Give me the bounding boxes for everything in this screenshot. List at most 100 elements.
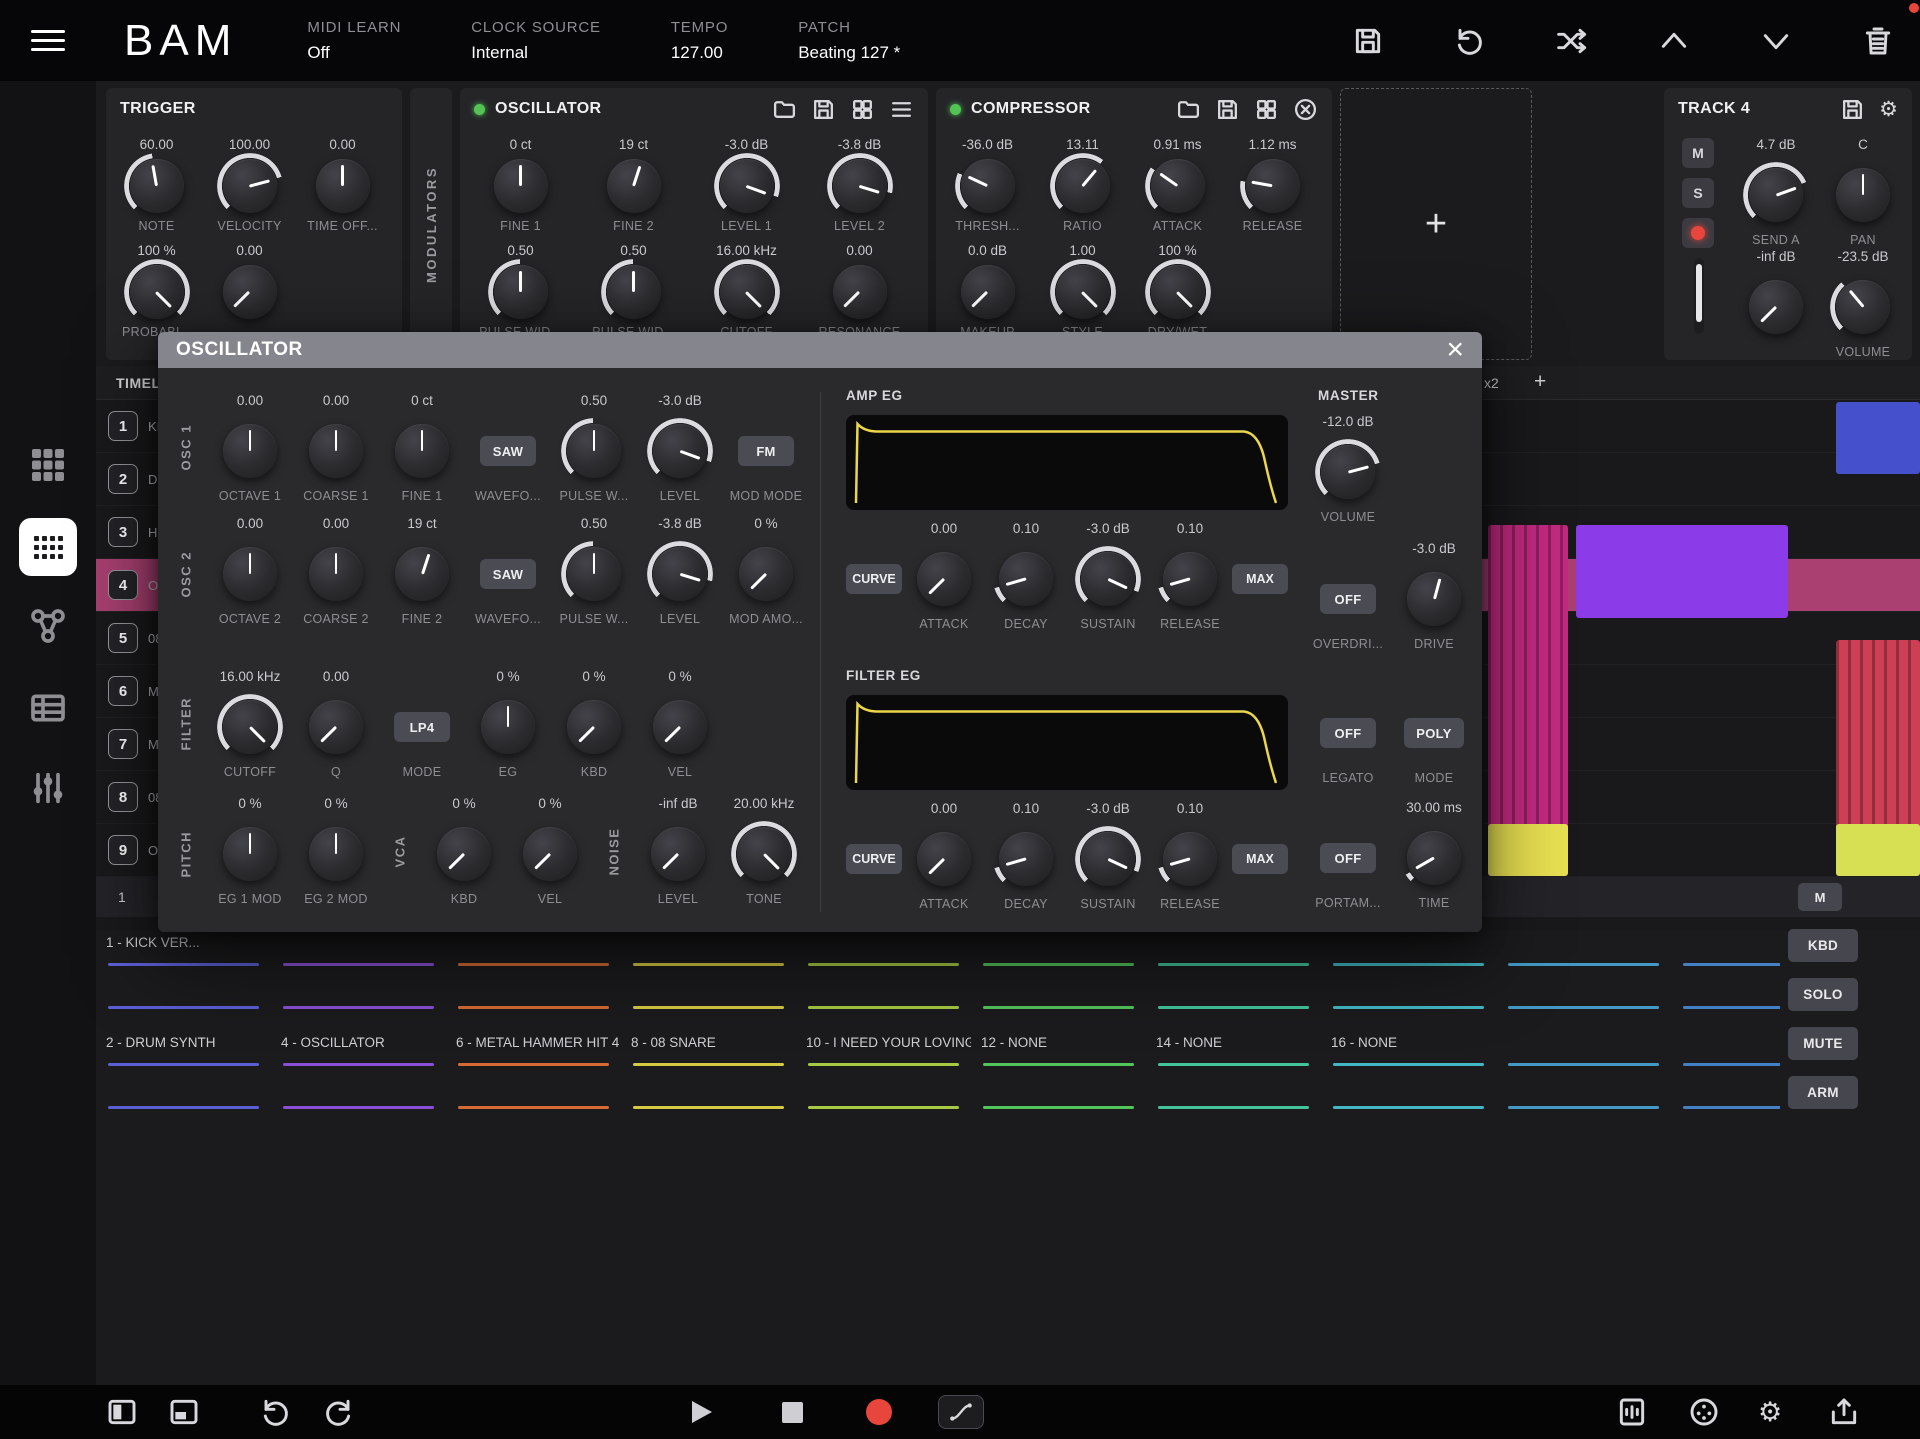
pattern-cell[interactable] — [1321, 930, 1496, 1030]
knob[interactable] — [395, 424, 449, 478]
knob[interactable] — [223, 700, 277, 754]
master-row-button[interactable]: M — [1798, 883, 1842, 911]
track-number-chip[interactable]: 2 — [108, 464, 138, 494]
track-number-chip[interactable]: 8 — [108, 782, 138, 812]
chevron-up-icon[interactable] — [1658, 25, 1690, 57]
knob[interactable] — [1163, 552, 1217, 606]
save-icon[interactable] — [1215, 97, 1240, 122]
mode-button[interactable]: SAW — [480, 559, 536, 589]
track-level-meter[interactable] — [1694, 258, 1704, 334]
pattern-cell[interactable]: 2 - DRUM SYNTH — [96, 1030, 271, 1130]
menu-icon[interactable] — [889, 97, 914, 122]
layout-left-button[interactable] — [106, 1396, 138, 1428]
knob[interactable] — [316, 159, 370, 213]
undo-button[interactable] — [260, 1396, 292, 1428]
knob[interactable] — [523, 827, 577, 881]
mode-button[interactable]: OFF — [1320, 843, 1376, 873]
undo-icon[interactable] — [1454, 25, 1486, 57]
knob[interactable] — [1056, 265, 1110, 319]
knob[interactable] — [1056, 159, 1110, 213]
knob[interactable] — [309, 700, 363, 754]
clock-source-value[interactable]: Internal — [471, 43, 601, 63]
pattern-cell[interactable] — [271, 930, 446, 1030]
pattern-cell[interactable] — [971, 930, 1146, 1030]
filter-eg-curve-button[interactable]: CURVE — [846, 844, 902, 874]
knob[interactable] — [1246, 159, 1300, 213]
mode-button[interactable]: POLY — [1404, 718, 1463, 748]
pattern-cell[interactable]: 1 - KICK VER... — [96, 930, 271, 1030]
knob[interactable] — [1836, 168, 1890, 222]
audio-export-icon[interactable] — [1616, 1396, 1648, 1428]
knob[interactable] — [567, 547, 621, 601]
pattern-cell[interactable]: 8 - 08 SNARE — [621, 1030, 796, 1130]
knob[interactable] — [1151, 159, 1205, 213]
knob[interactable] — [607, 159, 661, 213]
knob[interactable] — [130, 159, 184, 213]
track-mute-button[interactable]: M — [1682, 138, 1714, 168]
sidebar-item-modular[interactable] — [28, 606, 68, 646]
hamburger-menu-icon[interactable] — [0, 24, 96, 57]
midi-learn-field[interactable]: MIDI LEARN Off — [307, 19, 401, 63]
timeline-clip[interactable] — [1488, 824, 1568, 876]
mode-button[interactable]: LP4 — [394, 712, 450, 742]
grid-view-icon[interactable] — [1254, 97, 1279, 122]
save-icon[interactable] — [1352, 25, 1384, 57]
zoom-in-button[interactable]: + — [1534, 366, 1546, 398]
knob[interactable] — [1163, 832, 1217, 886]
knob[interactable] — [437, 827, 491, 881]
pattern-cell[interactable]: 6 - METAL HAMMER HIT 4 — [446, 1030, 621, 1130]
drum-pad-icon[interactable] — [1688, 1396, 1720, 1428]
pattern-cell[interactable] — [1671, 1030, 1780, 1130]
knob[interactable] — [309, 827, 363, 881]
sidebar-item-list[interactable] — [28, 688, 68, 728]
track-number-chip[interactable]: 4 — [108, 570, 138, 600]
knob[interactable] — [1836, 280, 1890, 334]
track-number-chip[interactable]: 3 — [108, 517, 138, 547]
knob[interactable] — [607, 265, 661, 319]
modal-header[interactable]: OSCILLATOR × — [158, 332, 1482, 368]
track-record-arm-button[interactable] — [1682, 218, 1714, 248]
grid-view-icon[interactable] — [850, 97, 875, 122]
knob[interactable] — [223, 159, 277, 213]
pattern-cell[interactable] — [1496, 930, 1671, 1030]
automation-button[interactable] — [938, 1395, 984, 1429]
trash-icon[interactable] — [1862, 25, 1894, 57]
knob[interactable] — [999, 832, 1053, 886]
knob[interactable] — [1151, 265, 1205, 319]
pattern-cell[interactable]: 16 - NONE — [1321, 1030, 1496, 1130]
knob[interactable] — [223, 265, 277, 319]
patch-value[interactable]: Beating 127 * — [798, 43, 900, 63]
filter-eg-max-button[interactable]: MAX — [1232, 844, 1288, 874]
knob[interactable] — [223, 424, 277, 478]
pattern-cell[interactable] — [446, 930, 621, 1030]
knob[interactable] — [1407, 572, 1461, 626]
share-upload-icon[interactable] — [1828, 1396, 1860, 1428]
knob[interactable] — [494, 265, 548, 319]
clock-source-field[interactable]: CLOCK SOURCE Internal — [471, 19, 601, 63]
pattern-cell[interactable]: 12 - NONE — [971, 1030, 1146, 1130]
modulators-strip[interactable]: MODULATORS — [410, 88, 452, 360]
track-number-chip[interactable]: 1 — [108, 411, 138, 441]
record-button[interactable] — [866, 1399, 892, 1425]
close-icon[interactable]: × — [1446, 335, 1464, 365]
sidebar-item-pads[interactable] — [28, 445, 68, 485]
knob[interactable] — [494, 159, 548, 213]
remove-device-icon[interactable] — [1293, 97, 1318, 122]
tempo-field[interactable]: TEMPO 127.00 — [671, 19, 728, 63]
mode-button[interactable]: SAW — [480, 436, 536, 466]
settings-gear-icon[interactable]: ⚙ — [1758, 1397, 1782, 1427]
knob[interactable] — [739, 547, 793, 601]
save-icon[interactable] — [1840, 97, 1865, 122]
knob[interactable] — [481, 700, 535, 754]
knob[interactable] — [737, 827, 791, 881]
timeline-clip[interactable] — [1488, 525, 1568, 830]
chevron-down-icon[interactable] — [1760, 25, 1792, 57]
knob[interactable] — [961, 159, 1015, 213]
pattern-cell[interactable] — [796, 930, 971, 1030]
track-number-chip[interactable]: 5 — [108, 623, 138, 653]
play-button[interactable] — [692, 1401, 712, 1423]
amp-eg-max-button[interactable]: MAX — [1232, 564, 1288, 594]
knob[interactable] — [130, 265, 184, 319]
layout-bottom-button[interactable] — [168, 1396, 200, 1428]
add-device-slot[interactable]: + — [1340, 88, 1532, 360]
